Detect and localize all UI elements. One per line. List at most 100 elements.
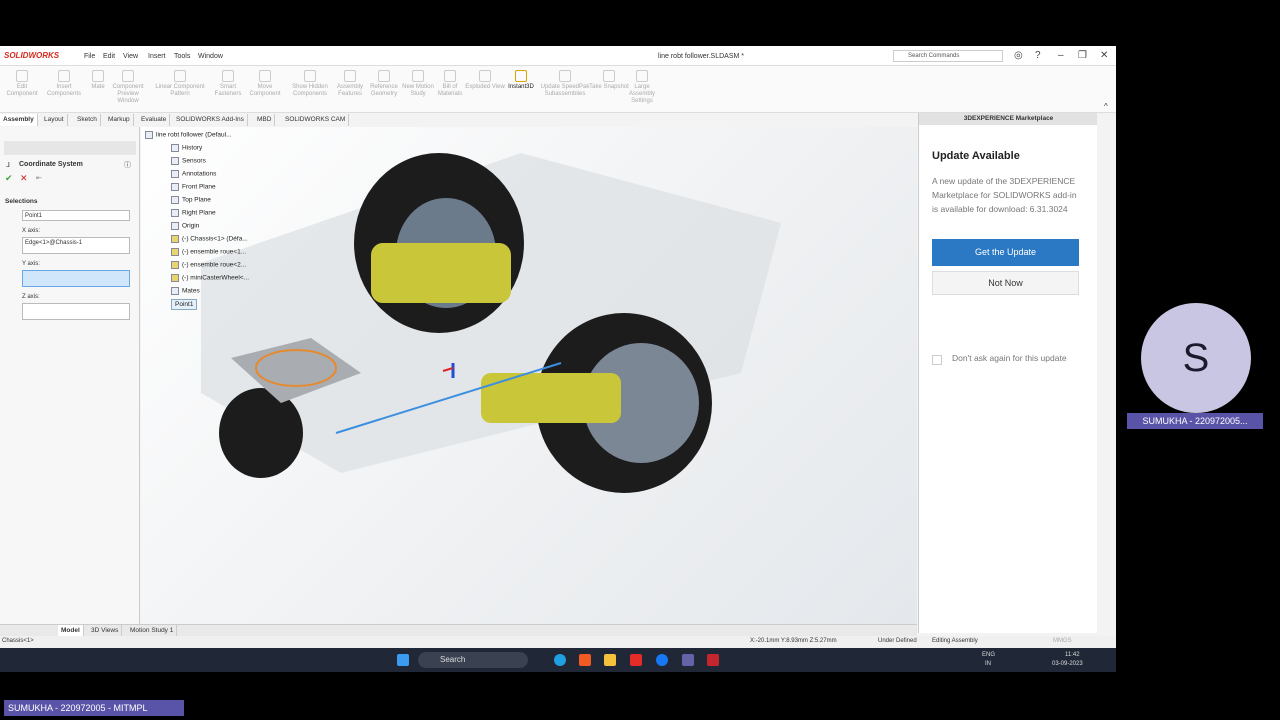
not-now-button[interactable]: Not Now: [932, 271, 1079, 295]
edge-icon[interactable]: [554, 654, 566, 666]
menu-insert[interactable]: Insert: [148, 53, 166, 60]
tab-mbd[interactable]: MBD: [254, 114, 276, 126]
linear-pattern-button[interactable]: Linear Component Pattern: [150, 70, 210, 98]
tab-addins[interactable]: SOLIDWORKS Add-Ins: [173, 114, 248, 126]
tree-front-plane[interactable]: Front Plane: [171, 183, 216, 191]
graphics-viewport[interactable]: line robt follower (Defaul... History Se…: [141, 127, 917, 624]
update-message: A new update of the 3DEXPERIENCE Marketp…: [932, 176, 1077, 214]
status-definition: Under Defined: [878, 638, 917, 644]
dont-ask-checkbox[interactable]: [932, 355, 942, 365]
search-commands-input[interactable]: Search Commands: [893, 50, 1003, 62]
solidworks-logo: SOLIDWORKS: [4, 51, 60, 60]
tree-top-plane[interactable]: Top Plane: [171, 196, 211, 204]
rear-motor: [371, 243, 511, 303]
dont-ask-label: Don't ask again for this update: [952, 353, 1067, 363]
tree-right-plane[interactable]: Right Plane: [171, 209, 216, 217]
z-axis-label: Z axis:: [22, 294, 40, 300]
bottom-tabs: Model 3D Views Motion Study 1: [0, 624, 917, 637]
tab-cam[interactable]: SOLIDWORKS CAM: [282, 114, 350, 126]
manager-tabs[interactable]: [4, 141, 136, 155]
teams-icon[interactable]: [682, 654, 694, 666]
robot-model[interactable]: [141, 113, 917, 624]
tab-assembly[interactable]: Assembly: [0, 114, 38, 126]
feature-title: Coordinate System: [19, 161, 83, 168]
tab-sketch[interactable]: Sketch: [74, 114, 101, 126]
edit-component-button[interactable]: Edit Component: [2, 70, 42, 98]
help-icon[interactable]: ⓘ: [124, 160, 131, 170]
menu-edit[interactable]: Edit: [103, 53, 115, 60]
update-title: Update Available: [932, 150, 1020, 162]
status-units[interactable]: MMGS: [1053, 638, 1072, 644]
menu-window[interactable]: Window: [198, 53, 223, 60]
status-coordinates: X:-20.1mm Y:8.93mm Z:5.27mm: [750, 638, 837, 644]
property-manager: ⅃ Coordinate System ⓘ ✔ ✕ ⇤ Selections P…: [0, 127, 140, 624]
marketplace-panel: 3DEXPERIENCE Marketplace Update Availabl…: [918, 113, 1098, 633]
y-axis-label: Y axis:: [22, 261, 40, 267]
move-component-button[interactable]: Move Component: [245, 70, 285, 98]
smart-fasteners-button[interactable]: Smart Fasteners: [208, 70, 248, 98]
participant-name: SUMUKHA - 220972005...: [1127, 413, 1263, 429]
solidworks-taskbar-icon[interactable]: [707, 654, 719, 666]
brave-icon[interactable]: [579, 654, 591, 666]
minimize-button[interactable]: –: [1058, 50, 1064, 61]
x-axis-label: X axis:: [22, 228, 41, 234]
instant3d-button[interactable]: Instant3D: [501, 70, 541, 91]
tree-history[interactable]: History: [171, 144, 202, 152]
coordinate-system-icon: ⅃: [6, 162, 10, 169]
tree-wheel-1[interactable]: (-) ensemble roue<1...: [171, 248, 246, 256]
file-explorer-icon[interactable]: [604, 654, 616, 666]
tree-origin[interactable]: Origin: [171, 222, 199, 230]
status-bar: Chassis<1> X:-20.1mm Y:8.93mm Z:5.27mm U…: [0, 636, 1116, 648]
origin-field[interactable]: Point1: [22, 210, 130, 221]
tree-point1[interactable]: Point1: [171, 299, 198, 310]
region: IN: [985, 661, 991, 667]
status-selection: Chassis<1>: [2, 638, 34, 644]
pin-icon[interactable]: ⇤: [36, 174, 42, 182]
selections-heading: Selections: [5, 198, 38, 205]
tree-chassis[interactable]: (-) Chassis<1> (Défa...: [171, 235, 248, 243]
youtube-icon[interactable]: [630, 654, 642, 666]
ok-check-icon[interactable]: ✔: [5, 173, 13, 184]
taskbar-search[interactable]: Search: [418, 652, 528, 668]
start-icon[interactable]: [397, 654, 409, 666]
facebook-icon[interactable]: [656, 654, 668, 666]
clock-time[interactable]: 11:42: [1065, 652, 1080, 658]
help-icon[interactable]: ?: [1035, 50, 1041, 61]
tab-markup[interactable]: Markup: [105, 114, 134, 126]
tree-sensors[interactable]: Sensors: [171, 157, 206, 165]
menu-view[interactable]: View: [123, 53, 138, 60]
tree-caster[interactable]: (-) miniCasterWheel<...: [171, 274, 249, 282]
y-axis-field[interactable]: [22, 270, 130, 287]
update-speedpak-button[interactable]: Update SpeedPak Subassemblies: [540, 70, 590, 98]
task-pane-tabs[interactable]: [1097, 113, 1116, 633]
get-update-button[interactable]: Get the Update: [932, 239, 1079, 266]
marketplace-header: 3DEXPERIENCE Marketplace: [919, 113, 1098, 125]
x-axis-field[interactable]: Edge<1>@Chassis-1: [22, 237, 130, 254]
show-hidden-button[interactable]: Show Hidden Components: [290, 70, 330, 98]
tree-mates[interactable]: Mates: [171, 287, 200, 295]
menu-tools[interactable]: Tools: [174, 53, 190, 60]
language[interactable]: ENG: [982, 652, 995, 658]
component-preview-button[interactable]: Component Preview Window: [108, 70, 148, 105]
menu-file[interactable]: File: [84, 53, 95, 60]
tab-layout[interactable]: Layout: [41, 114, 68, 126]
tab-evaluate[interactable]: Evaluate: [138, 114, 171, 126]
exploded-view-button[interactable]: Exploded View: [465, 70, 505, 91]
tree-root[interactable]: line robt follower (Defaul...: [145, 131, 232, 139]
cancel-x-icon[interactable]: ✕: [20, 173, 28, 184]
restore-button[interactable]: ❐: [1078, 50, 1087, 61]
solidworks-window: SOLIDWORKS File Edit View Insert Tools W…: [0, 46, 1116, 648]
close-button[interactable]: ✕: [1100, 50, 1108, 61]
collapse-ribbon-icon[interactable]: ^: [1104, 102, 1108, 111]
tree-wheel-2[interactable]: (-) ensemble roue<2...: [171, 261, 246, 269]
large-assembly-settings-button[interactable]: Large Assembly Settings: [622, 70, 662, 105]
z-axis-field[interactable]: [22, 303, 130, 320]
status-mode: Editing Assembly: [932, 638, 978, 644]
title-bar: SOLIDWORKS File Edit View Insert Tools W…: [0, 46, 1116, 66]
command-manager-ribbon: Edit Component Insert Components Mate Co…: [0, 66, 1116, 113]
user-icon[interactable]: ◎: [1014, 50, 1023, 61]
windows-taskbar: Search ENG IN 11:42 03-09-2023: [0, 648, 1116, 672]
clock-date[interactable]: 03-09-2023: [1052, 661, 1083, 667]
bill-of-materials-button[interactable]: Bill of Materials: [430, 70, 470, 98]
tree-annotations[interactable]: Annotations: [171, 170, 216, 178]
